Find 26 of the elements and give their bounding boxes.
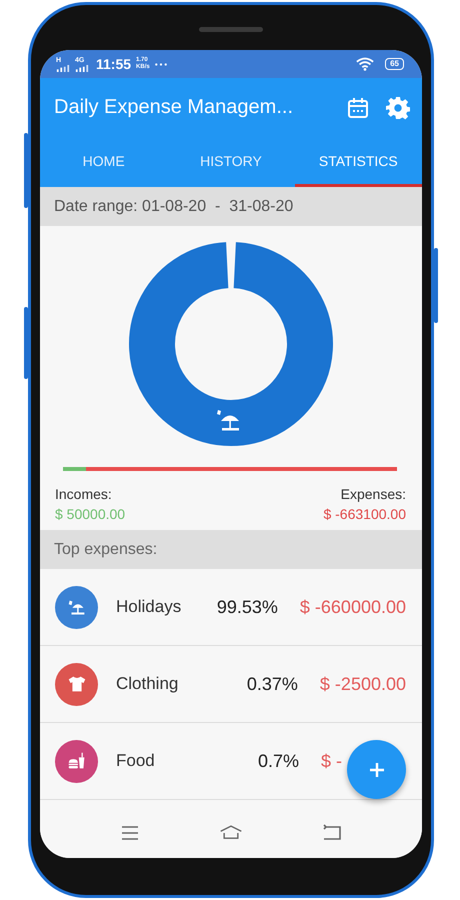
category-percent: 0.7% [258,750,299,772]
category-name: Clothing [116,674,180,694]
category-name: Holidays [116,597,182,617]
category-percent: 99.53% [216,596,278,618]
speaker-slot [199,27,263,32]
more-dots-icon [154,62,167,66]
incomes-label: Incomes: [55,486,112,502]
category-amount: $ -660000.00 [300,596,406,618]
app-title: Daily Expense Managem... [54,96,294,119]
settings-icon[interactable] [386,96,410,120]
battery-indicator: 65 [385,58,404,70]
signal-icon [75,64,89,72]
category-percent: 0.37% [246,674,298,694]
category-name: Food [116,751,156,771]
status-time: 11:55 [96,56,132,72]
category-amount: $ -2500.00 [320,674,406,694]
date-range: Date range: 01-08-20 - 31-08-20 [54,198,294,216]
expenses-label: Expenses: [340,486,406,502]
wifi-icon [356,57,374,71]
calendar-icon[interactable] [346,96,370,120]
expenses-amount: $ -663100.00 [323,506,406,522]
section-title: Top expenses: [54,540,158,558]
incomes-amount: $ 50000.00 [55,506,126,522]
umbrella-icon [217,410,239,430]
signal-icon [56,64,70,72]
category-amount: $ - [320,750,342,772]
